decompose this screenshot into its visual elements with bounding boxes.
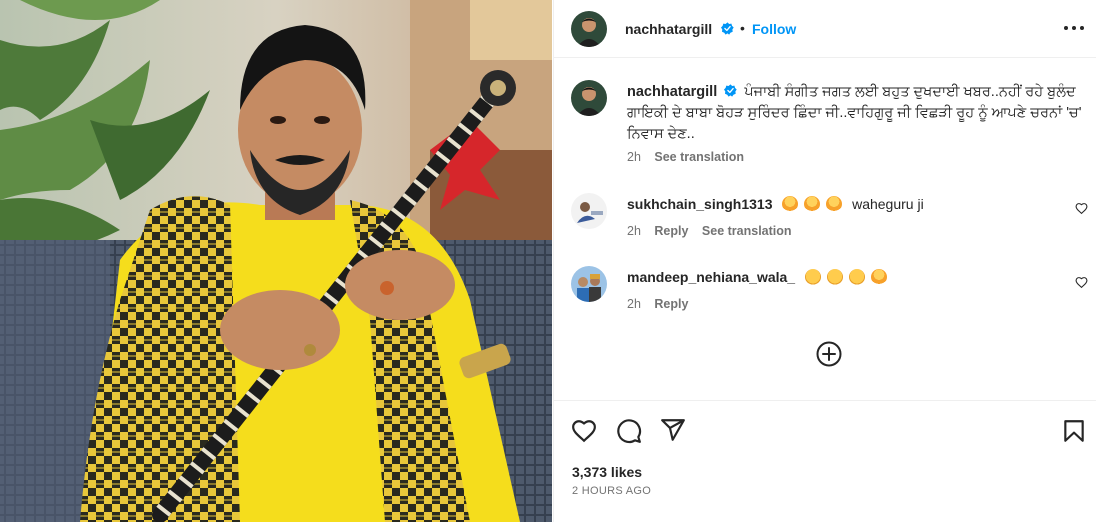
separator-dot: • xyxy=(740,20,745,36)
caption-meta: 2h See translation xyxy=(627,150,744,164)
comment-age: 2h xyxy=(627,297,641,311)
verified-badge-icon xyxy=(724,84,737,97)
caption-author-avatar[interactable] xyxy=(571,80,607,116)
reply-button[interactable]: Reply xyxy=(654,297,688,311)
avatar-image xyxy=(571,193,607,229)
author-username[interactable]: nachhatargill xyxy=(625,21,712,37)
reply-button[interactable]: Reply xyxy=(654,224,688,238)
comment-icon[interactable] xyxy=(616,418,642,444)
comment-age: 2h xyxy=(627,224,641,238)
sad-emoji-icon xyxy=(804,269,821,285)
pray-emoji-icon xyxy=(826,196,843,212)
post-timestamp: 2 HOURS AGO xyxy=(572,485,652,497)
comment-like-heart-icon[interactable] xyxy=(1075,202,1088,215)
post-header: nachhatargill • Follow xyxy=(554,0,1096,58)
like-heart-icon[interactable] xyxy=(571,418,597,444)
caption-see-translation[interactable]: See translation xyxy=(654,150,744,164)
avatar-image xyxy=(571,80,607,116)
post-photo xyxy=(0,0,552,522)
comment-username[interactable]: sukhchain_singh1313 xyxy=(627,196,773,212)
sad-emoji-icon xyxy=(848,269,865,285)
likes-count[interactable]: 3,373 likes xyxy=(572,464,642,480)
pray-emoji-icon xyxy=(782,196,799,212)
pray-emoji-icon xyxy=(870,269,887,285)
avatar-image xyxy=(571,11,607,47)
comment-avatar[interactable] xyxy=(571,193,607,229)
comment-meta: 2h Reply xyxy=(627,297,688,311)
comment-meta: 2h Reply See translation xyxy=(627,224,792,238)
comment-avatar[interactable] xyxy=(571,266,607,302)
comment-see-translation[interactable]: See translation xyxy=(702,224,792,238)
post-image[interactable] xyxy=(0,0,552,522)
post-actions: 3,373 likes 2 HOURS AGO xyxy=(554,400,1096,522)
post-caption: nachhatargill ਪੰਜਾਬੀ ਸੰਗੀਤ ਜਗਤ ਲਈ ਬਹੁਤ ਦ… xyxy=(627,82,1082,145)
comment-like-heart-icon[interactable] xyxy=(1075,276,1088,289)
comment-text: waheguru ji xyxy=(852,196,924,212)
comment-emojis xyxy=(804,269,889,285)
caption-age: 2h xyxy=(627,150,641,164)
save-bookmark-icon[interactable] xyxy=(1061,418,1087,444)
load-more-plus-circle-icon[interactable] xyxy=(816,341,842,367)
caption-username[interactable]: nachhatargill xyxy=(627,84,717,100)
author-avatar[interactable] xyxy=(571,11,607,47)
verified-badge-icon xyxy=(721,22,734,35)
comment-body: mandeep_nehiana_wala_ xyxy=(627,269,889,285)
follow-button[interactable]: Follow xyxy=(752,21,796,37)
post-details-panel: nachhatargill • Follow nachhatargill ਪੰਜ… xyxy=(553,0,1096,522)
comment-emojis xyxy=(782,196,848,212)
pray-emoji-icon xyxy=(804,196,821,212)
sad-emoji-icon xyxy=(826,269,843,285)
share-send-icon[interactable] xyxy=(660,417,686,443)
comment-body: sukhchain_singh1313 waheguru ji xyxy=(627,196,924,212)
avatar-image xyxy=(571,266,607,302)
more-options-icon[interactable] xyxy=(1063,20,1085,36)
comment-username[interactable]: mandeep_nehiana_wala_ xyxy=(627,269,795,285)
